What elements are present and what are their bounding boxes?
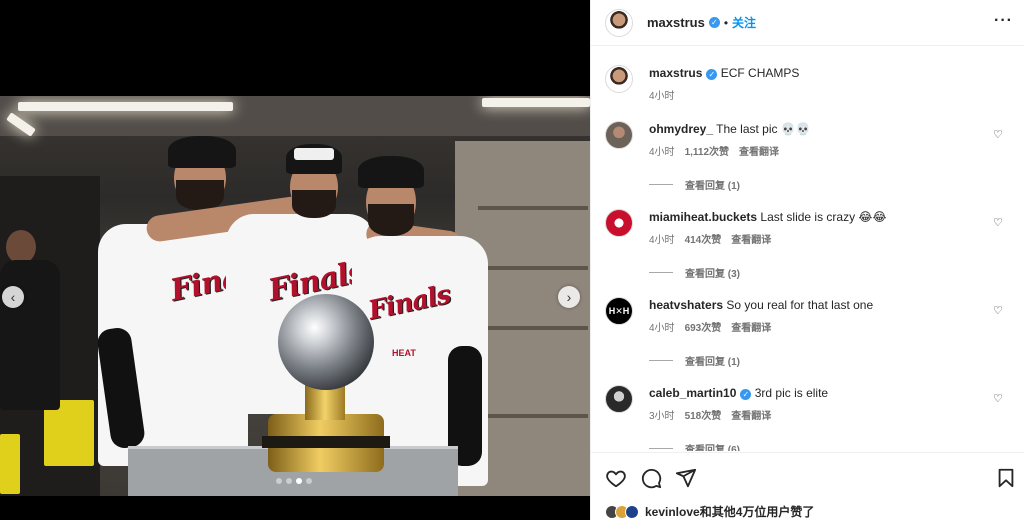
comment-bubble-icon[interactable] xyxy=(640,467,662,489)
comment-like-heart-icon[interactable]: ♡ xyxy=(993,393,1005,405)
comment-likes[interactable]: 414次赞 xyxy=(685,231,722,246)
comment-text: So you real for that last one xyxy=(726,298,874,312)
carousel-dots xyxy=(276,478,312,484)
like-heart-icon[interactable] xyxy=(605,467,627,489)
caption-text: ECF CHAMPS xyxy=(720,66,800,80)
view-replies-button[interactable]: 查看回复 (3) xyxy=(649,265,740,280)
comment-time[interactable]: 4小时 xyxy=(649,319,675,334)
comment-like-heart-icon[interactable]: ♡ xyxy=(993,217,1005,229)
carousel-dot xyxy=(276,478,282,484)
carousel-dot xyxy=(286,478,292,484)
header-separator: • xyxy=(723,15,729,30)
follow-button[interactable]: 关注 xyxy=(732,14,756,31)
more-options-icon[interactable]: ··· xyxy=(994,12,1013,30)
post-actions-bar: kevinlove和其他4万位用户赞了 xyxy=(591,452,1024,520)
comment-like-heart-icon[interactable]: ♡ xyxy=(993,305,1005,317)
comment-like-heart-icon[interactable]: ♡ xyxy=(993,129,1005,141)
post-media: Finals Finals Finals HEAT ‹ › xyxy=(0,0,590,520)
comment-username[interactable]: ohmydrey_ xyxy=(649,122,713,136)
caption-username[interactable]: maxstrus xyxy=(649,66,702,80)
commenter-avatar[interactable]: H✕H xyxy=(605,297,633,325)
view-replies-label: 查看回复 (1) xyxy=(685,181,740,192)
carousel-prev-button[interactable]: ‹ xyxy=(2,286,24,308)
view-replies-button[interactable]: 查看回复 (1) xyxy=(649,177,740,192)
author-avatar[interactable] xyxy=(605,8,633,37)
comments-list: maxstrus ✓ ECF CHAMPS 4小时 ohmydrey_ The l… xyxy=(591,47,1024,451)
view-replies-button[interactable]: 查看回复 (6) xyxy=(649,441,740,451)
caption-time[interactable]: 4小时 xyxy=(649,87,675,102)
commenter-avatar[interactable] xyxy=(605,385,633,413)
translate-button[interactable]: 查看翻译 xyxy=(731,319,771,334)
comment-likes[interactable]: 518次赞 xyxy=(685,407,722,422)
comment-time[interactable]: 4小时 xyxy=(649,231,675,246)
comment-time[interactable]: 3小时 xyxy=(649,407,675,422)
photo-shelf xyxy=(478,266,588,270)
likes-summary-text[interactable]: kevinlove和其他4万位用户赞了 xyxy=(645,503,814,520)
photo-shelf xyxy=(478,206,588,210)
comment-username[interactable]: caleb_martin10 xyxy=(649,386,736,400)
commenter-avatar[interactable] xyxy=(605,209,633,237)
translate-button[interactable]: 查看翻译 xyxy=(739,143,779,158)
verified-badge-icon: ✓ xyxy=(708,17,720,28)
author-avatar[interactable] xyxy=(605,65,633,93)
view-replies-button[interactable]: 查看回复 (1) xyxy=(649,353,740,368)
liker-avatar xyxy=(625,504,639,519)
verified-badge-icon: ✓ xyxy=(740,389,752,400)
photo-bucket xyxy=(0,434,20,494)
commenter-avatar[interactable] xyxy=(605,121,633,149)
translate-button[interactable]: 查看翻译 xyxy=(731,231,771,246)
likes-summary[interactable]: kevinlove和其他4万位用户赞了 xyxy=(605,503,814,520)
share-send-icon[interactable] xyxy=(675,467,697,489)
view-replies-label: 查看回复 (3) xyxy=(685,269,740,280)
comment-time[interactable]: 4小时 xyxy=(649,143,675,158)
comment-username[interactable]: miamiheat.buckets xyxy=(649,210,757,224)
translate-button[interactable]: 查看翻译 xyxy=(731,407,771,422)
carousel-dot xyxy=(296,478,302,484)
comment-text: The last pic 💀💀 xyxy=(716,122,811,136)
trophy-ball xyxy=(278,294,374,390)
carousel-next-button[interactable]: › xyxy=(558,286,580,308)
verified-badge-icon: ✓ xyxy=(706,69,718,80)
author-username[interactable]: maxstrus xyxy=(647,15,705,30)
shirt-heat-badge: HEAT xyxy=(392,348,416,358)
photo-shelf xyxy=(478,326,588,330)
comment-likes[interactable]: 1,112次赞 xyxy=(685,143,729,158)
photo-ceiling-light xyxy=(18,102,233,111)
comment-likes[interactable]: 693次赞 xyxy=(685,319,722,334)
post-photo[interactable]: Finals Finals Finals HEAT xyxy=(0,96,590,496)
post-header: maxstrus ✓ • 关注 ··· xyxy=(591,0,1024,46)
trophy-base-band xyxy=(262,436,390,448)
photo-shelf xyxy=(478,414,588,418)
comment-text: 3rd pic is elite xyxy=(754,386,829,400)
carousel-dot xyxy=(306,478,312,484)
photo-ceiling-light xyxy=(482,98,590,107)
view-replies-label: 查看回复 (6) xyxy=(685,445,740,451)
comment-text: Last slide is crazy 😂😂 xyxy=(760,210,887,224)
view-replies-label: 查看回复 (1) xyxy=(685,357,740,368)
post-side-panel: maxstrus ✓ • 关注 ··· maxstrus ✓ ECF CHAMPS… xyxy=(590,0,1024,520)
save-bookmark-icon[interactable] xyxy=(995,467,1017,489)
comment-username[interactable]: heatvshaters xyxy=(649,298,723,312)
